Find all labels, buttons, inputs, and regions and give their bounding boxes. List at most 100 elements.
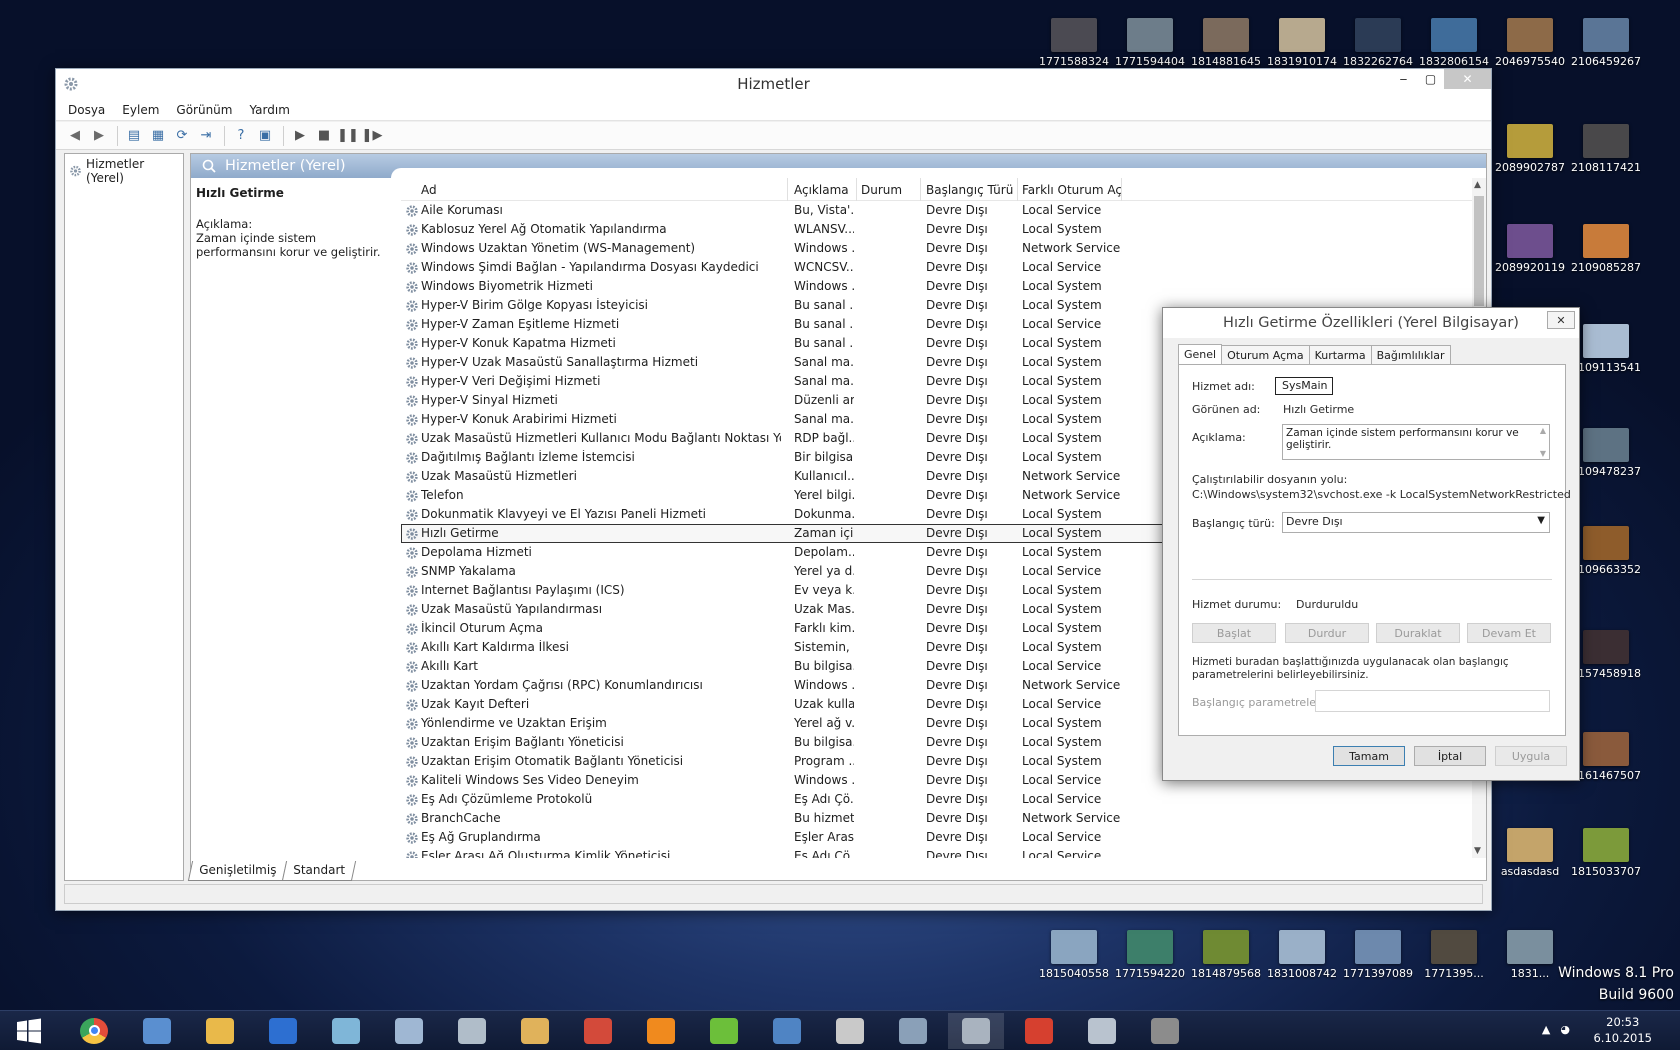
taskbar-camera-app[interactable] (1074, 1013, 1130, 1049)
taskbar-paint[interactable] (507, 1013, 563, 1049)
tab-standard[interactable]: Standart (282, 861, 357, 881)
taskbar-services[interactable] (948, 1013, 1004, 1049)
dialog-close-button[interactable]: ✕ (1547, 311, 1575, 329)
play-icon[interactable]: ▶ (289, 125, 311, 147)
table-row[interactable]: Aile Koruması Bu, Vista'... Devre Dışı Loca… (401, 201, 1472, 220)
apply-button[interactable]: Uygula (1495, 746, 1567, 766)
tab-recovery[interactable]: Kurtarma (1308, 345, 1372, 365)
menu-yardim[interactable]: Yardım (249, 103, 289, 117)
column-header-log-on-as[interactable]: Farklı Oturum Aç (1022, 183, 1122, 197)
description-textbox[interactable]: Zaman içinde sistem performansını korur … (1282, 424, 1550, 460)
taskbar-app-slate[interactable] (318, 1013, 374, 1049)
taskbar-settings-gear[interactable] (1137, 1013, 1193, 1049)
maximize-button[interactable]: ▢ (1417, 69, 1444, 89)
column-divider[interactable] (787, 178, 788, 201)
minimize-button[interactable]: ‒ (1390, 69, 1417, 89)
desktop-icon[interactable]: 2161467507... (1571, 732, 1641, 782)
scroll-up-icon[interactable]: ▲ (1474, 180, 1481, 190)
menu-dosya[interactable]: Dosya (68, 103, 105, 117)
desktop-icon[interactable]: 1831008742... (1267, 930, 1337, 980)
desktop-icon[interactable]: 1771588324... (1039, 18, 1109, 68)
desktop-icon[interactable]: 1815040558... (1039, 930, 1109, 980)
tray-expand-icon[interactable]: ▲ (1542, 1023, 1550, 1036)
cancel-button[interactable]: İptal (1414, 746, 1486, 766)
dialog-title-bar[interactable]: Hızlı Getirme Özellikleri (Yerel Bilgisa… (1163, 308, 1579, 338)
taskbar-chrome[interactable] (66, 1013, 122, 1049)
tab-general[interactable]: Genel (1178, 344, 1223, 364)
table-row[interactable]: Windows Biyometrik Hizmeti Windows ... Dev… (401, 277, 1472, 296)
restart-icon[interactable]: ❚▶ (361, 125, 383, 147)
tab-extended[interactable]: Genişletilmiş (187, 861, 288, 881)
taskbar-paint-tool[interactable] (570, 1013, 626, 1049)
desktop-icon[interactable]: 1831910174... (1267, 18, 1337, 68)
network-icon[interactable]: ◕ (1560, 1023, 1570, 1036)
menu-eylem[interactable]: Eylem (122, 103, 159, 117)
forward-arrow-icon[interactable]: ▶ (88, 125, 110, 147)
desktop-icon[interactable]: 2157458918... (1571, 630, 1641, 680)
desktop-icon[interactable]: 2109478237... (1571, 428, 1641, 478)
desktop-icon[interactable]: asdasdasd (1495, 828, 1565, 878)
startup-type-select[interactable]: Devre Dışı ▼ (1282, 512, 1550, 533)
desktop-icon[interactable]: 1814879568... (1191, 930, 1261, 980)
desktop-icon[interactable]: 2089920119... (1495, 224, 1565, 274)
table-row[interactable]: Eş Adı Çözümleme Protokolü Eş Adı Çö... De… (401, 790, 1472, 809)
desktop-icon[interactable]: 2108117421... (1571, 124, 1641, 174)
desktop-icon[interactable]: 1832806154... (1419, 18, 1489, 68)
resume-button[interactable]: Devam Et (1467, 623, 1551, 643)
back-arrow-icon[interactable]: ◀ (64, 125, 86, 147)
start-button[interactable]: Başlat (1192, 623, 1276, 643)
desktop-icon[interactable]: 1832262764... (1343, 18, 1413, 68)
column-header-description[interactable]: Açıklama (794, 183, 854, 197)
taskbar-monitor-app[interactable] (885, 1013, 941, 1049)
refresh-icon[interactable]: ⟳ (171, 125, 193, 147)
pause-button[interactable]: Duraklat (1376, 623, 1460, 643)
desktop-icon[interactable]: 2109085287... (1571, 224, 1641, 274)
taskbar-gif-app[interactable] (822, 1013, 878, 1049)
clock[interactable]: 20:53 6.10.2015 (1593, 1014, 1652, 1046)
show-tree-icon[interactable]: ▤ (123, 125, 145, 147)
taskbar-resource-monitor[interactable] (444, 1013, 500, 1049)
taskbar-calculator[interactable] (381, 1013, 437, 1049)
tab-dependencies[interactable]: Bağımlılıklar (1370, 345, 1451, 365)
properties-icon[interactable]: ▦ (147, 125, 169, 147)
desktop-icon[interactable]: 2106459267... (1571, 18, 1641, 68)
display-name-value[interactable]: Hızlı Getirme (1283, 403, 1354, 416)
taskbar-remote-desktop[interactable] (129, 1013, 185, 1049)
column-header-name[interactable]: Ad (421, 183, 781, 197)
table-row[interactable]: Eş Ağ Gruplandırma Eşler Arası... Devre Dı… (401, 828, 1472, 847)
stop-icon[interactable]: ■ (313, 125, 335, 147)
desktop-icon[interactable]: 1771594220... (1115, 930, 1185, 980)
table-row[interactable]: Windows Uzaktan Yönetim (WS-Management) W… (401, 239, 1472, 258)
taskbar-r-app[interactable] (759, 1013, 815, 1049)
desktop-icon[interactable]: 2046975540... (1495, 18, 1565, 68)
column-divider[interactable] (856, 178, 857, 201)
taskbar-app-blue[interactable] (255, 1013, 311, 1049)
desktop-icon[interactable]: 2089902787... (1495, 124, 1565, 174)
desktop-icon[interactable]: 1771397089... (1343, 930, 1413, 980)
column-divider[interactable] (920, 178, 921, 201)
close-button[interactable]: ✕ (1444, 69, 1491, 89)
menu-gorunum[interactable]: Görünüm (176, 103, 232, 117)
table-row[interactable]: Windows Şimdi Bağlan - Yapılandırma Dosy… (401, 258, 1472, 277)
scroll-up-icon[interactable]: ▲ (1540, 426, 1546, 435)
column-divider[interactable] (1121, 178, 1122, 201)
column-divider[interactable] (1017, 178, 1018, 201)
scroll-down-icon[interactable]: ▼ (1474, 846, 1481, 856)
service-name-value[interactable]: SysMain (1275, 377, 1333, 395)
export-icon[interactable]: ⇥ (195, 125, 217, 147)
console-icon[interactable]: ▣ (254, 125, 276, 147)
pause-icon[interactable]: ❚❚ (337, 125, 359, 147)
ok-button[interactable]: Tamam (1333, 746, 1405, 766)
desktop-icon[interactable]: 1771395... (1419, 930, 1489, 980)
taskbar-app-orange[interactable] (633, 1013, 689, 1049)
table-row[interactable]: BranchCache Bu hizmet... Devre Dışı Network… (401, 809, 1472, 828)
desktop-icon[interactable]: 1771594404... (1115, 18, 1185, 68)
scrollbar-thumb[interactable] (1474, 196, 1484, 306)
tree-item-services[interactable]: Hizmetler (Yerel) (69, 157, 179, 185)
taskbar-explorer[interactable] (192, 1013, 248, 1049)
title-bar[interactable]: Hizmetler ‒ ▢ ✕ (56, 69, 1491, 99)
desktop-icon[interactable]: 1814881645... (1191, 18, 1261, 68)
taskbar-start[interactable] (2, 1013, 58, 1049)
desktop-icon[interactable]: 2109663352... (1571, 526, 1641, 576)
table-row[interactable]: Kablosuz Yerel Ağ Otomatik Yapılandırma W… (401, 220, 1472, 239)
